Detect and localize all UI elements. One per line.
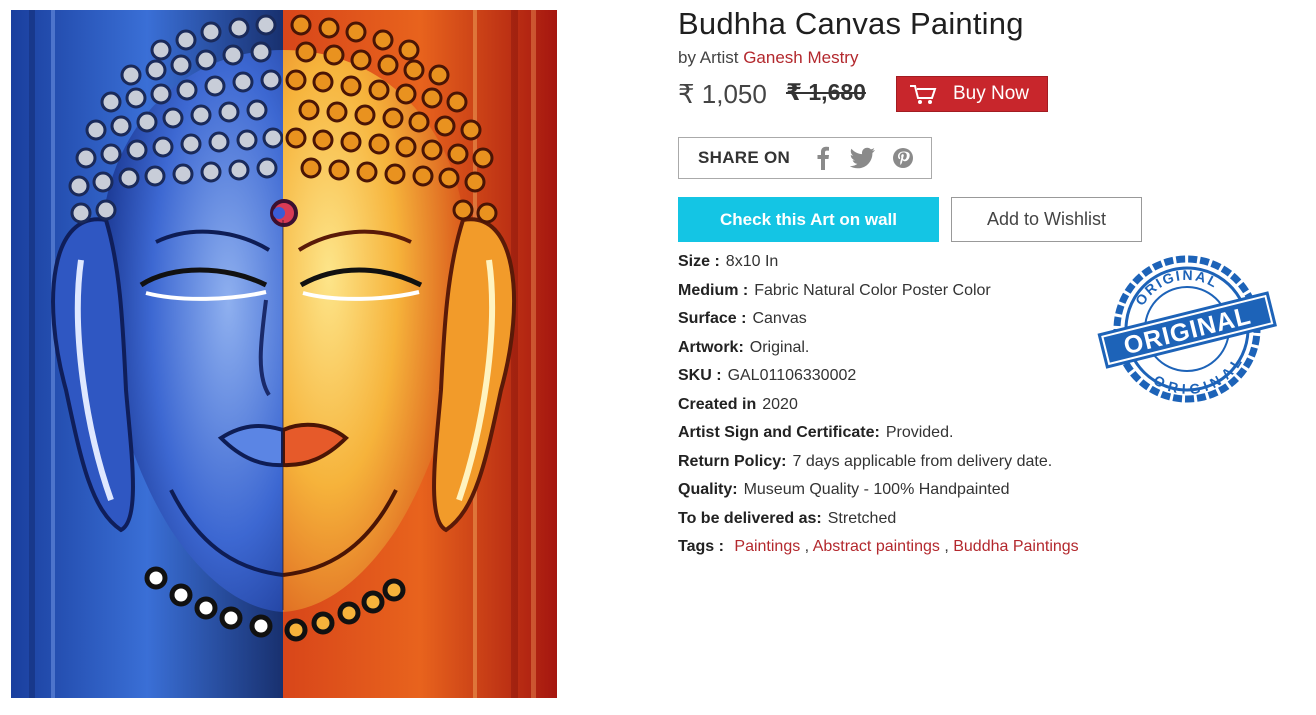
pinterest-icon[interactable] xyxy=(890,145,916,171)
spec-value: Original. xyxy=(749,338,810,356)
product-image[interactable] xyxy=(11,10,557,698)
tag-link[interactable]: Buddha Paintings xyxy=(953,538,1078,555)
spec-key: Surface : xyxy=(678,310,747,327)
spec-key: To be delivered as: xyxy=(678,509,822,527)
tag-separator: , xyxy=(944,538,949,555)
spec-value: Stretched xyxy=(827,509,897,527)
tag-link[interactable]: Abstract paintings xyxy=(813,538,940,555)
current-price: ₹ 1,050 xyxy=(678,79,767,109)
spec-value: Provided. xyxy=(885,424,954,441)
spec-key: Created in xyxy=(678,395,757,413)
spec-created-in: Created in 2020 xyxy=(678,393,1118,422)
spec-return-policy: Return Policy: 7 days applicable from del… xyxy=(678,450,1118,479)
spec-surface: Surface : Canvas xyxy=(678,307,1118,336)
buy-now-button[interactable]: Buy Now xyxy=(896,76,1048,112)
check-art-on-wall-button[interactable]: Check this Art on wall xyxy=(678,197,939,242)
shopping-cart-icon xyxy=(910,85,937,104)
stamp-top-text: ORIGINAL xyxy=(1127,257,1225,311)
spec-certificate: Artist Sign and Certificate: Provided. xyxy=(678,421,1118,450)
spec-sku: SKU : GAL01106330002 xyxy=(678,364,1118,393)
artist-line: by Artist Ganesh Mestry xyxy=(678,48,858,68)
twitter-icon[interactable] xyxy=(850,145,876,171)
product-title: Budhha Canvas Painting xyxy=(678,6,1024,41)
spec-key: SKU : xyxy=(678,367,722,384)
svg-text:ORIGINAL: ORIGINAL xyxy=(1127,257,1225,311)
tags-label: Tags : xyxy=(678,538,724,555)
share-box: SHARE ON xyxy=(678,137,932,179)
spec-quality: Quality: Museum Quality - 100% Handpainte… xyxy=(678,478,1118,507)
spec-key: Artwork: xyxy=(678,338,744,356)
spec-key: Return Policy: xyxy=(678,452,787,470)
buy-now-label: Buy Now xyxy=(953,83,1030,104)
spec-value: Museum Quality - 100% Handpainted xyxy=(743,481,1010,498)
spec-delivery: To be delivered as: Stretched xyxy=(678,507,1118,536)
buddha-painting-image xyxy=(11,10,557,698)
share-label: SHARE ON xyxy=(698,148,791,167)
spec-value: Fabric Natural Color Poster Color xyxy=(754,281,991,299)
facebook-icon[interactable] xyxy=(810,145,836,171)
spec-key: Size : xyxy=(678,253,720,270)
artist-link[interactable]: Ganesh Mestry xyxy=(743,48,858,67)
spec-list: Size : 8x10 In Medium : Fabric Natural Col… xyxy=(678,250,1118,564)
spec-size: Size : 8x10 In xyxy=(678,250,1118,279)
add-to-wishlist-button[interactable]: Add to Wishlist xyxy=(951,197,1142,242)
tag-separator: , xyxy=(804,538,810,555)
spec-artwork: Artwork: Original. xyxy=(678,336,1118,365)
spec-medium: Medium : Fabric Natural Color Poster Colo… xyxy=(678,279,1118,308)
spec-value: Canvas xyxy=(752,310,807,327)
price-row: ₹ 1,050 ₹ 1,680 Buy Now xyxy=(678,76,1298,112)
tags-row: Tags : Paintings , Abstract paintings , … xyxy=(678,535,1118,564)
spec-key: Quality: xyxy=(678,481,738,498)
artist-prefix: by Artist xyxy=(678,48,739,67)
spec-value: 2020 xyxy=(762,395,798,413)
original-stamp-badge: ORIGINAL ORIGINAL ORIGINAL xyxy=(1097,252,1277,407)
spec-value: 7 days applicable from delivery date. xyxy=(792,452,1053,470)
tag-link[interactable]: Paintings xyxy=(734,538,800,555)
spec-key: Artist Sign and Certificate: xyxy=(678,424,880,441)
spec-key: Medium : xyxy=(678,281,749,299)
spec-value: 8x10 In xyxy=(725,253,779,270)
stamp-main-text: ORIGINAL xyxy=(1121,302,1254,361)
original-price: ₹ 1,680 xyxy=(786,79,866,105)
spec-value: GAL01106330002 xyxy=(727,367,857,384)
